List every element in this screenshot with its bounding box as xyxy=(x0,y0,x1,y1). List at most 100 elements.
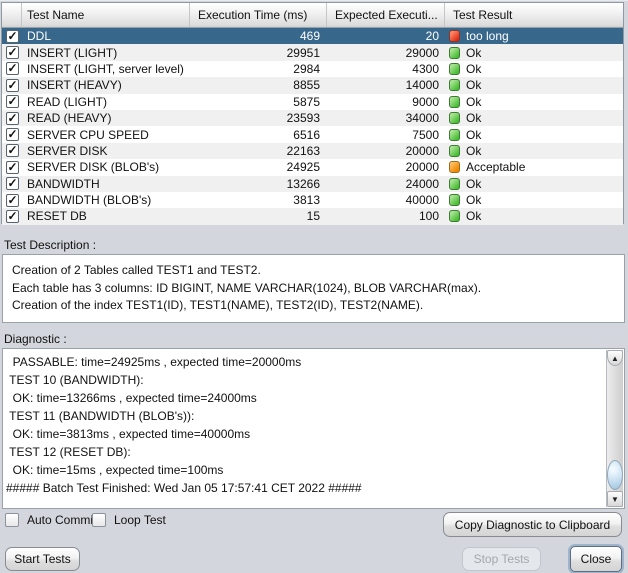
expected-time-cell[interactable]: 20000 xyxy=(327,144,445,158)
expected-time-cell[interactable]: 34000 xyxy=(327,111,445,125)
execution-time-cell[interactable]: 24925 xyxy=(190,160,327,174)
expected-time-cell[interactable]: 20000 xyxy=(327,160,445,174)
checked-checkbox-icon[interactable] xyxy=(6,79,19,92)
test-name-cell[interactable]: INSERT (HEAVY) xyxy=(22,78,190,92)
test-result-cell[interactable]: Ok xyxy=(445,78,623,92)
loop-test-label: Loop Test xyxy=(114,513,166,527)
expected-time-cell[interactable]: 14000 xyxy=(327,78,445,92)
table-row[interactable]: DDL46920too long xyxy=(2,28,623,44)
execution-time-cell[interactable]: 22163 xyxy=(190,144,327,158)
row-checkbox-cell xyxy=(2,30,22,43)
execution-time-cell[interactable]: 2984 xyxy=(190,62,327,76)
test-result-cell[interactable]: Ok xyxy=(445,111,623,125)
stop-tests-button[interactable]: Stop Tests xyxy=(462,547,541,571)
test-result-cell[interactable]: too long xyxy=(445,29,623,43)
test-name-cell[interactable]: BANDWIDTH xyxy=(22,177,190,191)
column-header-test-result[interactable]: Test Result xyxy=(445,3,623,27)
expected-time-cell[interactable]: 9000 xyxy=(327,95,445,109)
loop-test-box-icon[interactable] xyxy=(92,513,106,527)
close-button[interactable]: Close xyxy=(570,546,622,572)
checked-checkbox-icon[interactable] xyxy=(6,112,19,125)
test-name-cell[interactable]: INSERT (LIGHT, server level) xyxy=(22,62,190,76)
test-result-cell[interactable]: Ok xyxy=(445,128,623,142)
execution-time-cell[interactable]: 6516 xyxy=(190,128,327,142)
scrollbar-thumb[interactable] xyxy=(607,460,623,490)
checked-checkbox-icon[interactable] xyxy=(6,161,19,174)
test-result-cell[interactable]: Ok xyxy=(445,177,623,191)
auto-commit-box-icon[interactable] xyxy=(5,513,19,527)
table-row[interactable]: BANDWIDTH (BLOB's)381340000Ok xyxy=(2,192,623,208)
test-name-cell[interactable]: SERVER CPU SPEED xyxy=(22,128,190,142)
execution-time-cell[interactable]: 3813 xyxy=(190,193,327,207)
row-checkbox-cell xyxy=(2,112,22,125)
table-row[interactable]: INSERT (LIGHT, server level)29844300Ok xyxy=(2,61,623,77)
status-label: Ok xyxy=(466,177,481,191)
test-name-cell[interactable]: BANDWIDTH (BLOB's) xyxy=(22,193,190,207)
test-result-cell[interactable]: Ok xyxy=(445,209,623,223)
execution-time-cell[interactable]: 15 xyxy=(190,209,327,223)
test-name-cell[interactable]: RESET DB xyxy=(22,209,190,223)
checked-checkbox-icon[interactable] xyxy=(6,95,19,108)
diagnostic-text[interactable]: PASSABLE: time=24925ms , expected time=2… xyxy=(3,349,624,497)
checked-checkbox-icon[interactable] xyxy=(6,128,19,141)
test-result-cell[interactable]: Acceptable xyxy=(445,160,623,174)
test-name-cell[interactable]: DDL xyxy=(22,29,190,43)
checked-checkbox-icon[interactable] xyxy=(6,46,19,59)
diagnostic-panel[interactable]: PASSABLE: time=24925ms , expected time=2… xyxy=(2,348,625,509)
status-label: Ok xyxy=(466,78,481,92)
test-name-cell[interactable]: INSERT (LIGHT) xyxy=(22,46,190,60)
loop-test-checkbox[interactable]: Loop Test xyxy=(92,513,166,527)
test-result-cell[interactable]: Ok xyxy=(445,95,623,109)
expected-time-cell[interactable]: 7500 xyxy=(327,128,445,142)
test-name-cell[interactable]: SERVER DISK xyxy=(22,144,190,158)
column-header-execution-time[interactable]: Execution Time (ms) xyxy=(190,3,327,27)
copy-diagnostic-button[interactable]: Copy Diagnostic to Clipboard xyxy=(443,512,622,537)
execution-time-cell[interactable]: 13266 xyxy=(190,177,327,191)
column-header-test-name[interactable]: Test Name xyxy=(22,3,190,27)
column-header-checkbox[interactable] xyxy=(2,3,22,27)
table-row[interactable]: BANDWIDTH1326624000 Ok xyxy=(2,176,623,192)
table-row[interactable]: SERVER CPU SPEED65167500Ok xyxy=(2,126,623,142)
start-tests-button[interactable]: Start Tests xyxy=(5,547,80,571)
expected-time-cell[interactable]: 4300 xyxy=(327,62,445,76)
column-header-expected-execution[interactable]: Expected Executi... xyxy=(327,3,445,27)
checked-checkbox-icon[interactable] xyxy=(6,144,19,157)
expected-time-cell[interactable]: 100 xyxy=(327,209,445,223)
test-result-cell[interactable]: Ok xyxy=(445,46,623,60)
checked-checkbox-icon[interactable] xyxy=(6,194,19,207)
execution-time-cell[interactable]: 8855 xyxy=(190,78,327,92)
test-result-cell[interactable]: Ok xyxy=(445,62,623,76)
scroll-down-icon[interactable]: ▼ xyxy=(607,491,623,507)
table-row[interactable]: INSERT (HEAVY)885514000 Ok xyxy=(2,77,623,93)
expected-time-cell[interactable]: 40000 xyxy=(327,193,445,207)
test-name-cell[interactable]: READ (HEAVY) xyxy=(22,111,190,125)
status-green-icon xyxy=(449,96,460,108)
table-row[interactable]: READ (LIGHT)58759000Ok xyxy=(2,94,623,110)
execution-time-cell[interactable]: 5875 xyxy=(190,95,327,109)
scroll-up-icon[interactable]: ▲ xyxy=(607,350,623,366)
checked-checkbox-icon[interactable] xyxy=(6,30,19,43)
table-row[interactable]: SERVER DISK (BLOB's)2492520000Acceptable xyxy=(2,159,623,175)
execution-time-cell[interactable]: 29951 xyxy=(190,46,327,60)
test-result-cell[interactable]: Ok xyxy=(445,144,623,158)
table-header-row: Test Name Execution Time (ms) Expected E… xyxy=(2,3,623,28)
table-row[interactable]: READ (HEAVY)2359334000Ok xyxy=(2,110,623,126)
checked-checkbox-icon[interactable] xyxy=(6,210,19,223)
checked-checkbox-icon[interactable] xyxy=(6,62,19,75)
checked-checkbox-icon[interactable] xyxy=(6,177,19,190)
row-checkbox-cell xyxy=(2,95,22,108)
test-name-cell[interactable]: SERVER DISK (BLOB's) xyxy=(22,160,190,174)
diagnostic-scrollbar[interactable]: ▲ ▼ xyxy=(606,350,623,507)
row-checkbox-cell xyxy=(2,177,22,190)
auto-commit-checkbox[interactable]: Auto Commit xyxy=(5,513,96,527)
execution-time-cell[interactable]: 469 xyxy=(190,29,327,43)
table-row[interactable]: INSERT (LIGHT)2995129000Ok xyxy=(2,44,623,60)
expected-time-cell[interactable]: 20 xyxy=(327,29,445,43)
table-row[interactable]: SERVER DISK2216320000Ok xyxy=(2,143,623,159)
test-result-cell[interactable]: Ok xyxy=(445,193,623,207)
expected-time-cell[interactable]: 29000 xyxy=(327,46,445,60)
expected-time-cell[interactable]: 24000 xyxy=(327,177,445,191)
test-name-cell[interactable]: READ (LIGHT) xyxy=(22,95,190,109)
table-row[interactable]: RESET DB15100Ok xyxy=(2,208,623,224)
execution-time-cell[interactable]: 23593 xyxy=(190,111,327,125)
